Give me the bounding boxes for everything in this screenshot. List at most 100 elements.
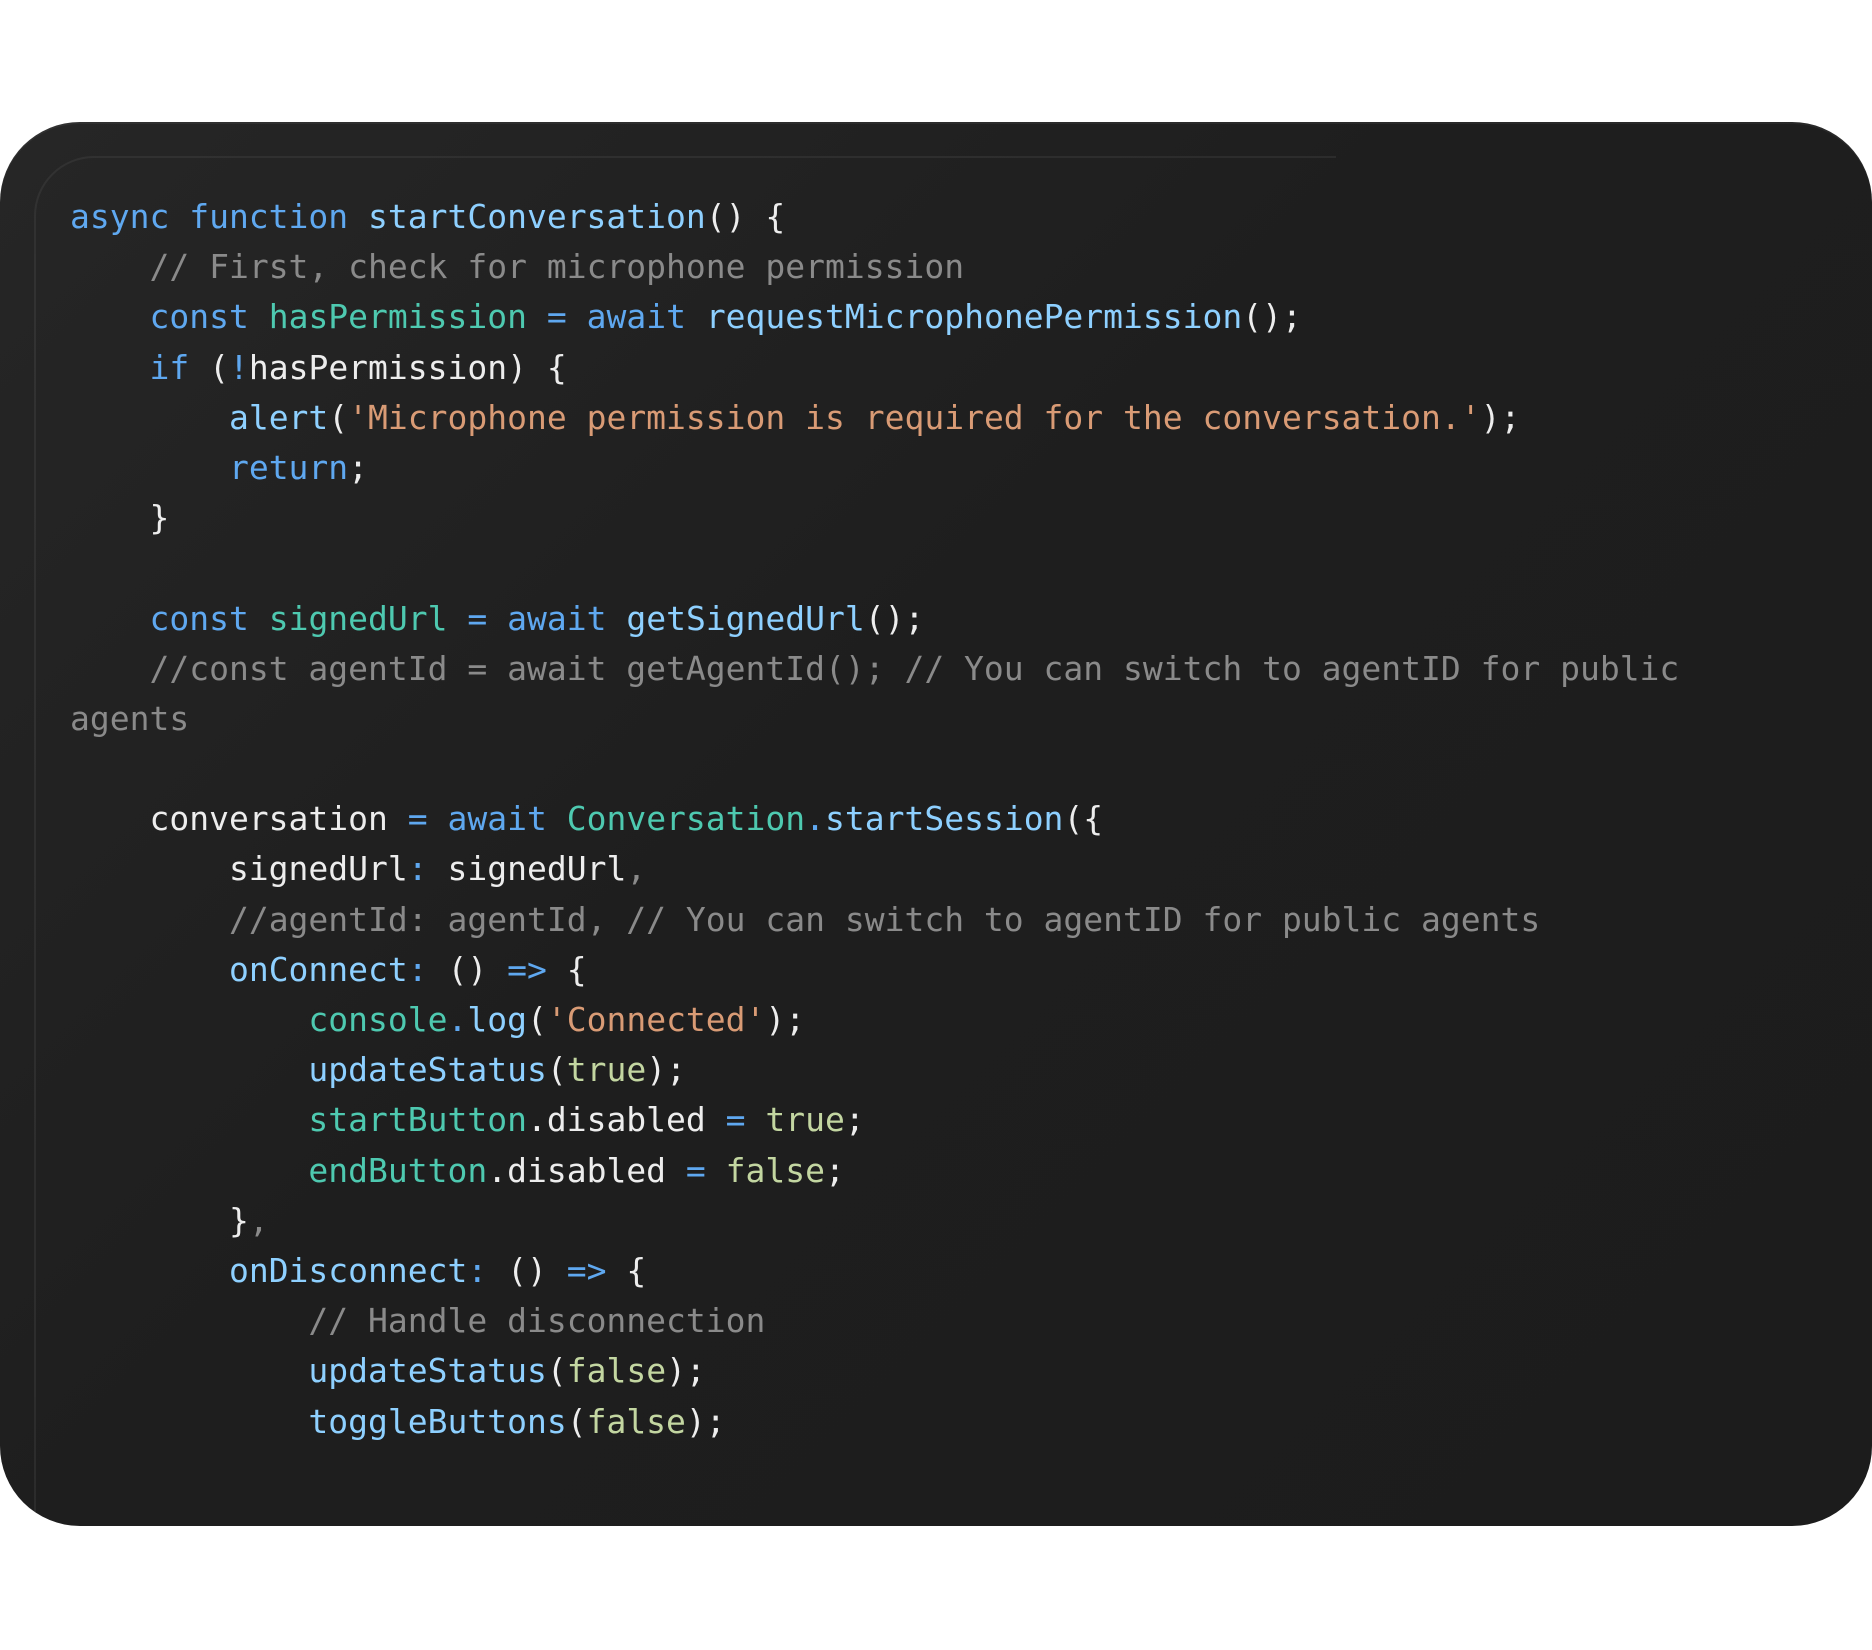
code-line: signedUrl: signedUrl, bbox=[70, 844, 1810, 894]
code-token: signedUrl bbox=[268, 598, 448, 638]
code-token: ({ bbox=[1063, 799, 1104, 839]
code-token: } bbox=[70, 1200, 249, 1240]
code-token: if bbox=[149, 347, 210, 387]
code-token: //const agentId = await getAgentId(); //… bbox=[149, 648, 1680, 688]
code-token: toggleButtons bbox=[308, 1401, 567, 1441]
code-token: true bbox=[765, 1100, 845, 1140]
code-token: => bbox=[566, 1250, 607, 1290]
code-token: { bbox=[606, 1250, 647, 1290]
code-token: } bbox=[70, 498, 170, 538]
code-token: () bbox=[447, 949, 508, 989]
code-token: false bbox=[586, 1401, 686, 1441]
code-token: await bbox=[447, 799, 567, 839]
code-token: hasPermission bbox=[268, 297, 527, 337]
code-token: await bbox=[507, 598, 627, 638]
code-token: ( bbox=[328, 397, 349, 437]
code-token: true bbox=[566, 1050, 647, 1090]
code-token: 'Microphone permission is required for t… bbox=[348, 397, 1481, 437]
code-token: onConnect bbox=[228, 949, 408, 989]
code-line: startButton.disabled = true; bbox=[70, 1095, 1810, 1145]
code-token: , bbox=[248, 1200, 269, 1240]
code-token: = bbox=[705, 1100, 766, 1140]
code-line: onConnect: () => { bbox=[70, 945, 1810, 995]
code-line: if (!hasPermission) { bbox=[70, 343, 1810, 393]
code-line: conversation = await Conversation.startS… bbox=[70, 794, 1810, 844]
code-token: startConversation bbox=[368, 197, 706, 236]
code-token: ); bbox=[666, 1351, 706, 1391]
code-token: : bbox=[467, 1250, 508, 1290]
code-line: updateStatus(false); bbox=[70, 1346, 1810, 1396]
code-token: const bbox=[149, 598, 269, 638]
code-token: () { bbox=[705, 197, 786, 236]
code-line: return; bbox=[70, 443, 1810, 493]
code-token: agents bbox=[70, 698, 190, 738]
code-token: signedUrl bbox=[447, 849, 627, 889]
code-token: false bbox=[566, 1351, 667, 1391]
code-token: updateStatus bbox=[308, 1351, 547, 1391]
code-token: . bbox=[447, 1000, 468, 1039]
code-token: ); bbox=[765, 1000, 806, 1039]
code-block: async function startConversation() { // … bbox=[70, 192, 1810, 1447]
code-line: updateStatus(true); bbox=[70, 1045, 1810, 1095]
code-token: ( bbox=[526, 1000, 547, 1039]
code-token: ( bbox=[566, 1401, 587, 1441]
code-line: const signedUrl = await getSignedUrl(); bbox=[70, 594, 1810, 644]
code-token: startSession bbox=[825, 799, 1064, 839]
code-token: await bbox=[586, 297, 706, 337]
code-token: ); bbox=[646, 1050, 686, 1090]
code-token: signedUrl bbox=[70, 849, 408, 889]
code-token: updateStatus bbox=[308, 1050, 547, 1090]
code-token: ); bbox=[685, 1401, 726, 1441]
code-token: Conversation bbox=[566, 799, 806, 839]
code-token: ( bbox=[209, 347, 229, 387]
code-line: // First, check for microphone permissio… bbox=[70, 242, 1810, 292]
code-line: // Handle disconnection bbox=[70, 1296, 1810, 1346]
code-token: // First, check for microphone permissio… bbox=[149, 247, 965, 287]
code-token: .disabled bbox=[526, 1100, 706, 1140]
code-token: getSignedUrl bbox=[626, 598, 865, 638]
code-line: //const agentId = await getAgentId(); //… bbox=[70, 644, 1810, 694]
code-snippet-card: async function startConversation() { // … bbox=[0, 122, 1872, 1526]
code-line: async function startConversation() { bbox=[70, 192, 1810, 242]
code-token: = bbox=[526, 297, 587, 337]
code-line: console.log('Connected'); bbox=[70, 995, 1810, 1045]
code-line: endButton.disabled = false; bbox=[70, 1146, 1810, 1196]
code-line: } bbox=[70, 493, 1810, 543]
code-token: onDisconnect bbox=[228, 1250, 468, 1290]
code-token: . bbox=[805, 799, 826, 839]
code-token: 'Connected' bbox=[546, 1000, 766, 1039]
code-token: console bbox=[308, 1000, 448, 1039]
code-line: //agentId: agentId, // You can switch to… bbox=[70, 895, 1810, 945]
code-token: ; bbox=[844, 1100, 865, 1140]
code-token: ; bbox=[825, 1150, 845, 1190]
code-token: => bbox=[507, 949, 547, 989]
code-token: log bbox=[467, 1000, 527, 1039]
code-token: () bbox=[507, 1250, 567, 1290]
code-token: .disabled bbox=[487, 1150, 667, 1190]
code-token: ! bbox=[228, 347, 249, 387]
code-line: alert('Microphone permission is required… bbox=[70, 393, 1810, 443]
code-line: agents bbox=[70, 694, 1810, 744]
code-line: toggleButtons(false); bbox=[70, 1397, 1810, 1447]
code-token: = bbox=[387, 799, 448, 839]
code-token: : bbox=[407, 849, 448, 889]
code-token: ( bbox=[546, 1050, 567, 1090]
code-token: ; bbox=[348, 447, 369, 487]
code-token: conversation bbox=[70, 799, 388, 839]
code-token: //agentId: agentId, // You can switch to… bbox=[228, 899, 1541, 939]
